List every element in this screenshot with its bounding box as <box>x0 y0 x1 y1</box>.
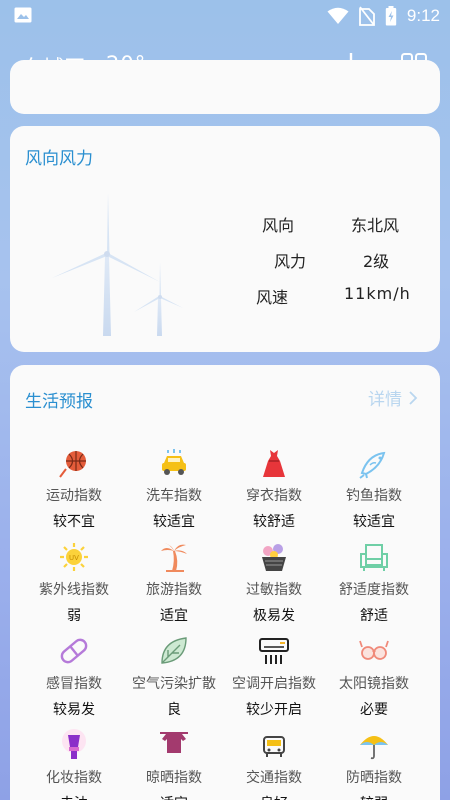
status-bar: 9:12 <box>0 0 450 32</box>
uv-sun-icon: UV <box>60 543 88 571</box>
wind-force-value: 2级 <box>363 252 390 271</box>
flower-basket-icon <box>262 544 286 571</box>
drying-clothes-icon <box>160 732 188 753</box>
basketball-icon <box>59 451 86 478</box>
fish-icon <box>359 451 386 479</box>
life-index-item[interactable]: 晾晒指数 适宜 <box>124 729 224 800</box>
life-card-title: 生活预报 <box>25 392 93 412</box>
palm-tree-icon <box>161 543 187 572</box>
life-index-item[interactable]: 防晒指数 较弱 <box>324 729 424 800</box>
life-index-item[interactable]: 感冒指数 较易发 <box>24 635 124 719</box>
bus-icon <box>263 736 285 757</box>
wind-speed-label: 风速 <box>256 288 289 307</box>
no-sim-icon <box>359 6 375 26</box>
life-index-item[interactable]: 交通指数 良好 <box>224 729 324 800</box>
life-index-item[interactable]: 过敏指数 极易发 <box>224 541 324 625</box>
life-index-item[interactable]: 空气污染扩散 良 <box>124 635 224 719</box>
pill-icon <box>60 638 88 664</box>
sunglasses-icon <box>359 640 389 660</box>
detail-label: 详情 <box>368 390 402 410</box>
wind-turbine-illustration <box>52 193 183 336</box>
wind-direction-value: 东北风 <box>351 216 400 235</box>
life-index-item[interactable]: UV 紫外线指数 弱 <box>24 541 124 625</box>
life-index-item[interactable]: 运动指数 较不宜 <box>24 447 124 531</box>
svg-text:UV: UV <box>69 554 79 562</box>
gallery-notification-icon <box>14 7 32 23</box>
detail-link[interactable]: 详情 <box>368 385 418 410</box>
life-index-item[interactable]: 穿衣指数 较舒适 <box>224 447 324 531</box>
life-index-item[interactable]: 空调开启指数 较少开启 <box>224 635 324 719</box>
air-conditioner-icon <box>259 638 289 664</box>
life-index-item[interactable]: 洗车指数 较适宜 <box>124 447 224 531</box>
car-wash-icon <box>162 449 186 475</box>
umbrella-icon <box>360 736 388 760</box>
life-index-item[interactable]: 旅游指数 适宜 <box>124 541 224 625</box>
leaf-icon <box>161 637 187 664</box>
wind-speed-value: 11km/h <box>344 284 411 303</box>
wind-card-title: 风向风力 <box>25 149 93 169</box>
life-index-item[interactable]: 舒适度指数 舒适 <box>324 541 424 625</box>
wifi-icon <box>327 7 349 24</box>
wind-direction-label: 风向 <box>262 216 295 235</box>
previous-card <box>10 60 440 114</box>
dress-icon <box>263 450 285 477</box>
armchair-icon <box>360 544 388 571</box>
life-index-item[interactable]: 钓鱼指数 较适宜 <box>324 447 424 531</box>
life-index-item[interactable]: 太阳镜指数 必要 <box>324 635 424 719</box>
clock: 9:12 <box>406 6 440 25</box>
life-index-item[interactable]: 化妆指数 去油 <box>24 729 124 800</box>
battery-charging-icon <box>385 6 397 26</box>
lipstick-icon <box>62 729 86 759</box>
chevron-right-icon <box>409 390 418 405</box>
life-forecast-card: 生活预报 详情 运动指数 较不宜 洗车指数 较适宜 穿衣指数 较舒适 钓鱼指数 … <box>10 365 440 800</box>
wind-card: 风向风力 风向 东北风 风力 2级 风速 11km/h <box>10 126 440 352</box>
wind-force-label: 风力 <box>274 252 307 271</box>
